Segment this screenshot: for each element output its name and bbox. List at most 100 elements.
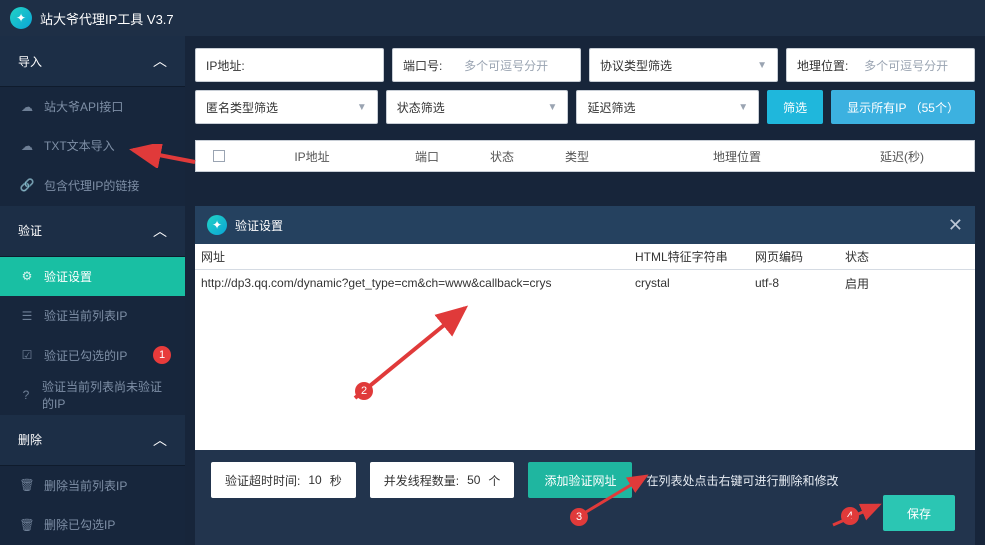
col-latency: 延迟(秒) [862, 148, 942, 165]
filter-label: 端口号: [403, 57, 442, 74]
table-header: IP地址 端口 状态 类型 地理位置 延迟(秒) [195, 140, 975, 172]
filter-placeholder: 多个可逗号分开 [464, 57, 548, 74]
sidebar-group-delete[interactable]: 删除 ︿ [0, 415, 185, 466]
trash-icon: 🗑 [20, 518, 34, 532]
filter-location[interactable]: 地理位置: 多个可逗号分开 [786, 48, 975, 82]
question-icon: ? [20, 388, 32, 402]
select-all-checkbox[interactable] [213, 150, 225, 162]
timeout-unit: 秒 [330, 472, 342, 489]
app-logo-icon: ✦ [10, 7, 32, 29]
sidebar-item-verify-list[interactable]: ☰ 验证当前列表IP [0, 296, 185, 335]
sidebar-item-verify-settings[interactable]: ⚙ 验证设置 [0, 257, 185, 296]
sidebar-item-label: 删除已勾选IP [44, 516, 115, 533]
trash-icon: 🗑 [20, 478, 34, 492]
chevron-up-icon: ︿ [153, 430, 167, 450]
col-enc: 网页编码 [755, 248, 845, 265]
filter-panel: IP地址: 端口号: 多个可逗号分开 协议类型筛选 ▼ 地理位置: 多个可逗号分… [185, 36, 985, 138]
col-ip: IP地址 [232, 148, 392, 165]
sidebar-item-verify-checked[interactable]: ☑ 验证已勾选的IP 1 [0, 336, 185, 375]
sidebar-item-label: 验证设置 [44, 268, 92, 285]
filter-port[interactable]: 端口号: 多个可逗号分开 [392, 48, 581, 82]
col-feat: HTML特征字符串 [635, 248, 755, 265]
sidebar-item-label: 验证当前列表尚未验证的IP [42, 378, 165, 412]
sidebar-item-delete-checked[interactable]: 🗑 删除已勾选IP [0, 506, 185, 545]
link-icon: 🔗 [20, 178, 34, 192]
threads-unit: 个 [488, 472, 500, 489]
table-head-row: 网址 HTML特征字符串 网页编码 状态 [195, 244, 975, 270]
filter-label: 协议类型筛选 [600, 57, 672, 74]
sidebar-item-txt[interactable]: ☁ TXT文本导入 [0, 127, 185, 166]
sidebar-item-label: 验证当前列表IP [44, 307, 127, 324]
sidebar-item-link[interactable]: 🔗 包含代理IP的链接 [0, 166, 185, 205]
chevron-down-icon: ▼ [548, 102, 558, 113]
anno-badge-3: 3 [570, 508, 588, 526]
content: 导入 ︿ ☁ 站大爷API接口 ☁ TXT文本导入 🔗 包含代理IP的链接 验证… [0, 36, 985, 545]
modal-logo-icon: ✦ [207, 215, 227, 235]
filter-latency[interactable]: 延迟筛选 ▼ [576, 90, 759, 124]
filter-label: 状态筛选 [397, 99, 445, 116]
check-icon: ☑ [20, 348, 34, 362]
cloud-icon: ☁ [20, 139, 34, 153]
sidebar-item-label: 包含代理IP的链接 [44, 177, 139, 194]
hint-text: 在列表处点击右键可进行删除和修改 [646, 472, 838, 489]
cell-status: 启用 [845, 275, 935, 292]
sidebar-group-import[interactable]: 导入 ︿ [0, 36, 185, 87]
close-icon[interactable]: ✕ [948, 215, 963, 236]
sidebar-item-label: TXT文本导入 [44, 137, 115, 154]
filter-label: 匿名类型筛选 [206, 99, 278, 116]
sidebar-group-label: 验证 [18, 222, 42, 239]
modal-controls: 验证超时时间: 10 秒 并发线程数量: 50 个 添加验证网址 在列表处点击右… [195, 450, 975, 545]
col-url: 网址 [195, 248, 635, 265]
threads-value: 50 [467, 473, 480, 487]
filter-button[interactable]: 筛选 [767, 90, 823, 124]
modal-titlebar: ✦ 验证设置 ✕ [195, 206, 975, 244]
col-port: 端口 [392, 148, 462, 165]
sidebar: 导入 ︿ ☁ 站大爷API接口 ☁ TXT文本导入 🔗 包含代理IP的链接 验证… [0, 36, 185, 545]
sidebar-item-label: 站大爷API接口 [44, 98, 123, 115]
badge-1: 1 [153, 346, 171, 364]
gear-icon: ⚙ [20, 269, 34, 283]
filter-protocol[interactable]: 协议类型筛选 ▼ [589, 48, 778, 82]
app-title: 站大爷代理IP工具 V3.7 [40, 9, 174, 28]
main: IP地址: 端口号: 多个可逗号分开 协议类型筛选 ▼ 地理位置: 多个可逗号分… [185, 36, 985, 545]
filter-label: IP地址: [206, 57, 245, 74]
anno-badge-2: 2 [355, 382, 373, 400]
col-location: 地理位置 [612, 148, 862, 165]
filter-placeholder: 多个可逗号分开 [864, 57, 948, 74]
verify-settings-modal: ✦ 验证设置 ✕ 网址 HTML特征字符串 网页编码 状态 http://dp3… [195, 206, 975, 545]
col-type: 类型 [542, 148, 612, 165]
anno-badge-4: 4 [841, 507, 859, 525]
title-bar: ✦ 站大爷代理IP工具 V3.7 [0, 0, 985, 36]
chevron-up-icon: ︿ [153, 221, 167, 241]
filter-anon[interactable]: 匿名类型筛选 ▼ [195, 90, 378, 124]
sidebar-group-label: 删除 [18, 431, 42, 448]
sidebar-item-api[interactable]: ☁ 站大爷API接口 [0, 87, 185, 126]
sidebar-group-label: 导入 [18, 53, 42, 70]
cell-enc: utf-8 [755, 276, 845, 290]
table-row[interactable]: http://dp3.qq.com/dynamic?get_type=cm&ch… [195, 270, 975, 296]
cloud-icon: ☁ [20, 100, 34, 114]
chevron-up-icon: ︿ [153, 51, 167, 71]
timeout-label: 验证超时时间: [225, 472, 300, 489]
timeout-field[interactable]: 验证超时时间: 10 秒 [211, 462, 356, 498]
save-button[interactable]: 保存 [883, 495, 955, 531]
modal-title: 验证设置 [235, 217, 283, 234]
sidebar-item-label: 验证已勾选的IP [44, 347, 127, 364]
col-status: 状态 [845, 248, 935, 265]
sidebar-group-verify[interactable]: 验证 ︿ [0, 206, 185, 257]
sidebar-item-delete-list[interactable]: 🗑 删除当前列表IP [0, 466, 185, 505]
sidebar-item-label: 删除当前列表IP [44, 477, 127, 494]
verify-url-table: 网址 HTML特征字符串 网页编码 状态 http://dp3.qq.com/d… [195, 244, 975, 450]
show-all-button[interactable]: 显示所有IP （55个） [831, 90, 975, 124]
chevron-down-icon: ▼ [757, 60, 767, 71]
col-status: 状态 [462, 148, 542, 165]
sidebar-item-verify-unverified[interactable]: ? 验证当前列表尚未验证的IP [0, 375, 185, 414]
threads-label: 并发线程数量: [384, 472, 459, 489]
filter-status[interactable]: 状态筛选 ▼ [386, 90, 569, 124]
filter-label: 地理位置: [797, 57, 848, 74]
filter-ip[interactable]: IP地址: [195, 48, 384, 82]
threads-field[interactable]: 并发线程数量: 50 个 [370, 462, 515, 498]
add-verify-url-button[interactable]: 添加验证网址 [528, 462, 632, 498]
filter-label: 延迟筛选 [587, 99, 635, 116]
anno-arrow-4 [829, 497, 889, 531]
